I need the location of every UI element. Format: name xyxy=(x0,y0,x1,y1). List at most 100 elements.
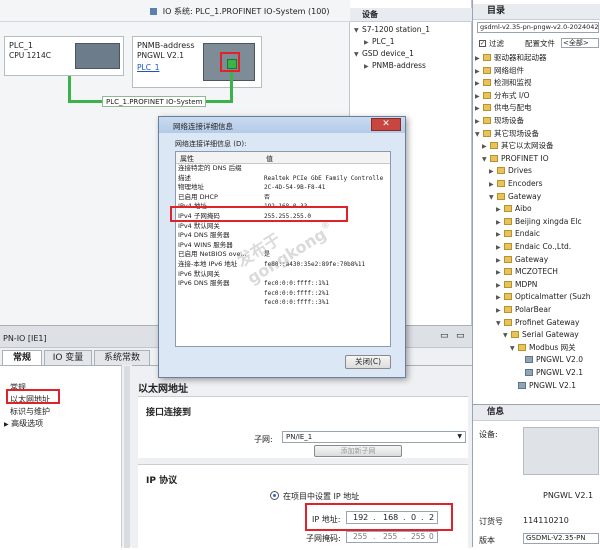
catalog-item[interactable]: ▶ MDPN xyxy=(496,279,537,291)
header-property[interactable]: 属性 xyxy=(180,154,194,164)
catalog-item[interactable]: ▶ 分布式 I/O xyxy=(475,90,530,102)
ip-radio-button[interactable] xyxy=(270,491,279,500)
filter-checkbox[interactable]: ✓ xyxy=(479,40,486,47)
header-value[interactable]: 值 xyxy=(266,154,273,164)
plc-box[interactable]: PLC_1 CPU 1214C xyxy=(4,36,124,76)
catalog-item[interactable]: ▶ Gateway xyxy=(496,254,548,266)
tab-system-constants[interactable]: 系统常数 xyxy=(94,350,150,365)
catalog-item[interactable]: ▶ 供电与配电 xyxy=(475,102,532,114)
catalog-item-label: MCZOTECH xyxy=(515,267,558,277)
maximize-icon[interactable]: ▭ xyxy=(456,331,465,341)
subnet-mask-field[interactable]: 255 . 255 . 255 . 0 xyxy=(346,531,438,543)
catalog-item[interactable]: ▶ Drives xyxy=(489,165,532,177)
dialog-close-button[interactable]: 关闭(C) xyxy=(345,355,391,369)
table-row[interactable]: 连接-本地 IPv6 地址 fe80::a430:35e2:89fe:70b8%1… xyxy=(176,260,390,270)
catalog-item[interactable]: ▼ Serial Gateway xyxy=(503,329,579,341)
catalog-item[interactable]: ▼ 其它现场设备 xyxy=(475,128,539,140)
nav-item-advanced[interactable]: ▶ 高级选项 xyxy=(4,418,43,429)
version-select[interactable]: GSDML-V2.35-PN xyxy=(523,533,599,544)
catalog-item[interactable]: PNGWL V2.1 xyxy=(517,367,583,379)
expand-arrow-icon: ▶ xyxy=(496,269,501,277)
catalog-item[interactable]: ▼ Gateway xyxy=(489,191,541,203)
properties-nav: 常规 以太网地址 标识与维护 ▶ 高级选项 xyxy=(0,365,122,548)
table-row[interactable]: 物理地址 2C-4D-54-9B-F8-41 xyxy=(176,183,390,193)
catalog-item[interactable]: ▶ Beijing xingda Elc xyxy=(496,216,582,228)
catalog-item[interactable]: ▶ 其它以太网设备 xyxy=(482,140,554,152)
port-icon[interactable] xyxy=(227,59,237,69)
catalog-item[interactable]: ▶ Opticalmatter (Suzh xyxy=(496,291,591,303)
device-tree-item[interactable]: ▼ S7-1200 station_1 xyxy=(354,24,430,36)
ip-dot: . xyxy=(373,513,376,522)
network-line-vertical-device xyxy=(230,72,233,102)
mask-octet[interactable]: 255 xyxy=(353,532,367,542)
catalog-item[interactable]: ▶ 驱动器和起动器 xyxy=(475,52,547,64)
device-tree-item[interactable]: ▼ GSD device_1 xyxy=(354,48,414,60)
folder-icon xyxy=(504,318,512,326)
catalog-item-label: Endaic xyxy=(515,229,541,239)
catalog-file-field[interactable]: gsdml-v2.35-pn-pngw-v2.0-2024042 xyxy=(477,22,599,33)
catalog-item[interactable]: ▶ 网络组件 xyxy=(475,65,524,77)
gateway-device-box[interactable]: PNMB-address PNGWL V2.1 PLC_1 xyxy=(132,36,262,88)
nav-item-general[interactable]: 常规 xyxy=(10,382,26,393)
catalog-item[interactable]: ▶ Aibo xyxy=(496,203,532,215)
table-row[interactable]: IPv4 子网掩码 255.255.255.0 xyxy=(176,212,390,222)
catalog-item[interactable]: ▼ Modbus 网关 xyxy=(510,342,576,354)
ip-octet[interactable]: 168 xyxy=(383,512,398,523)
network-label[interactable]: PLC_1.PROFINET IO-System xyxy=(102,96,207,107)
table-row[interactable]: fec0:0:0:ffff::3%1 xyxy=(176,298,390,308)
catalog-tree: ▶ 驱动器和起动器 ▶ 网络组件 ▶ 检测和监视 ▶ 分布式 I/O ▶ 供电与配电 ▶ 现场设备 ▼ 其… xyxy=(473,52,600,397)
catalog-item[interactable]: PNGWL V2.1 xyxy=(510,380,576,392)
device-tree-item[interactable]: ▶ PLC_1 xyxy=(364,36,394,48)
nav-item-identification[interactable]: 标识与维护 xyxy=(10,406,50,417)
table-row[interactable]: 描述 Realtek PCIe GbE Family Controlle xyxy=(176,174,390,184)
ip-octet[interactable]: 2 xyxy=(429,512,434,523)
table-row[interactable]: IPv4 默认网关 xyxy=(176,222,390,232)
network-details-dialog: 网络连接详细信息 ✕ 网络连接详细信息 (D): 属性 值 连接特定的 DNS … xyxy=(158,116,406,378)
mask-octet[interactable]: 0 xyxy=(429,532,434,542)
table-row[interactable]: IPv4 WINS 服务器 xyxy=(176,241,390,251)
device-controller-link[interactable]: PLC_1 xyxy=(137,63,159,72)
catalog-item[interactable]: ▶ MCZOTECH xyxy=(496,266,558,278)
property-cell: 已启用 DHCP xyxy=(178,192,218,201)
device-tree-item-selected[interactable]: ▶ PNMB-address xyxy=(364,60,426,72)
folder-icon xyxy=(483,79,491,87)
expand-arrow-icon: ▶ xyxy=(496,244,501,251)
table-row[interactable]: IPv4 地址 192.168.0.33 xyxy=(176,202,390,212)
scrollbar[interactable] xyxy=(124,366,130,548)
table-row[interactable]: IPv4 DNS 服务器 xyxy=(176,231,390,241)
catalog-item[interactable]: ▶ Endaic Co.,Ltd. xyxy=(496,241,571,253)
tab-io-variables[interactable]: IO 变量 xyxy=(44,350,92,365)
catalog-item[interactable]: ▶ Encoders xyxy=(489,178,543,190)
tab-general[interactable]: 常规 xyxy=(2,350,42,365)
catalog-item[interactable]: ▶ Endaic xyxy=(496,228,540,240)
mask-octet[interactable]: 255 xyxy=(383,532,397,542)
folder-icon xyxy=(504,255,512,263)
ip-address-field[interactable]: 192 . 168 . 0 . 2 xyxy=(346,511,438,524)
catalog-item[interactable]: ▶ 检测和监视 xyxy=(475,77,532,89)
catalog-item[interactable]: ▶ 现场设备 xyxy=(475,115,524,127)
table-row[interactable]: 连接特定的 DNS 后缀 xyxy=(176,164,390,174)
table-row[interactable]: 已启用 DHCP 否 xyxy=(176,193,390,203)
device-icon xyxy=(525,356,533,364)
minimize-icon[interactable]: ▭ xyxy=(440,331,449,341)
catalog-header: 目录 xyxy=(473,4,600,20)
catalog-item[interactable]: ▼ PROFINET IO xyxy=(482,153,549,165)
table-row[interactable]: 已启用 NetBIOS ove... 是 xyxy=(176,250,390,260)
table-row[interactable]: fec0:0:0:ffff::2%1 xyxy=(176,289,390,299)
nav-item-ethernet-address[interactable]: 以太网地址 xyxy=(10,394,50,405)
value-cell xyxy=(262,222,390,232)
ip-octet[interactable]: 0 xyxy=(411,512,416,523)
value-cell: 192.168.0.33 xyxy=(264,203,308,211)
ip-octet[interactable]: 192 xyxy=(353,512,368,523)
add-subnet-button[interactable]: 添加新子网 xyxy=(314,445,402,457)
catalog-item[interactable]: ▶ PolarBear xyxy=(496,304,551,316)
subnet-select[interactable]: PN/IE_1 ▼ xyxy=(282,431,466,443)
profile-select[interactable]: <全部> xyxy=(561,38,599,48)
close-x-icon[interactable]: ✕ xyxy=(371,118,401,131)
table-row[interactable]: IPv6 DNS 服务器 fec0:0:0:ffff::1%1 xyxy=(176,279,390,289)
catalog-item[interactable]: ▼ Profinet Gateway xyxy=(496,317,579,329)
table-row[interactable]: IPv6 默认网关 xyxy=(176,270,390,280)
folder-icon xyxy=(504,243,512,250)
catalog-item[interactable]: PNGWL V2.0 xyxy=(517,354,583,366)
expand-arrow-icon: ▶ xyxy=(496,231,501,239)
